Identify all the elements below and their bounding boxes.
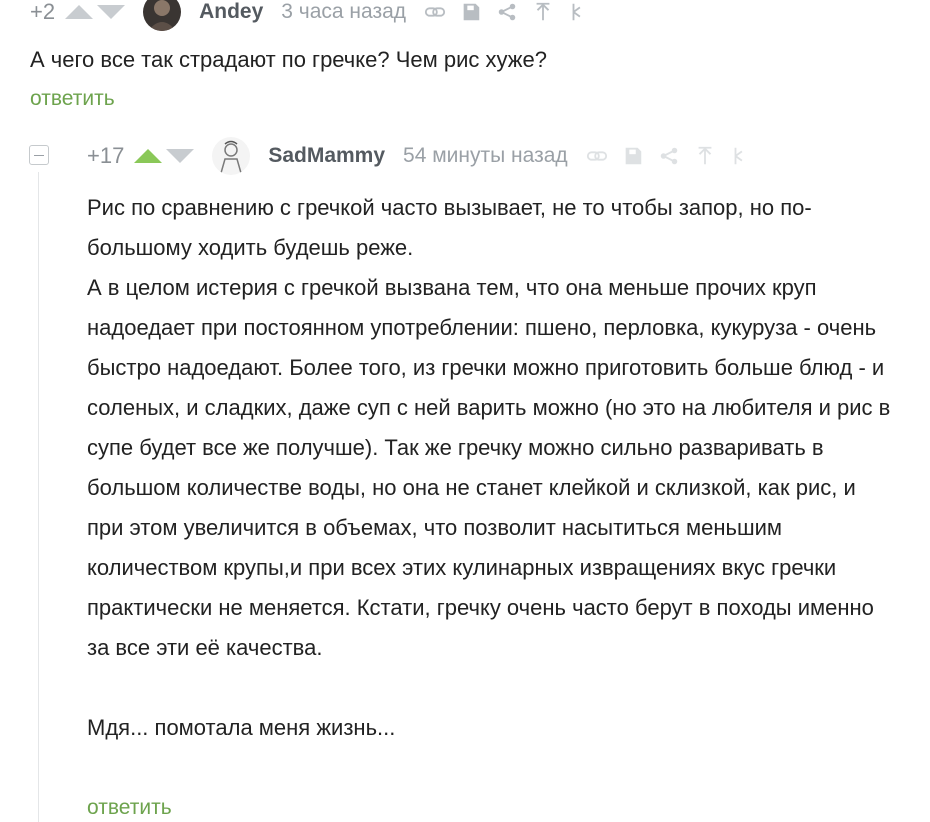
link-icon[interactable] xyxy=(424,1,446,23)
comment-header: +2 Andey 3 часа назад xyxy=(30,0,590,31)
comment-paragraph-empty xyxy=(87,668,892,708)
hierarchy-icon[interactable] xyxy=(568,1,590,23)
avatar[interactable] xyxy=(212,137,251,175)
upvote-arrow-icon[interactable] xyxy=(65,5,94,19)
share-icon[interactable] xyxy=(658,145,680,167)
reply-link[interactable]: ответить xyxy=(87,796,172,820)
comment-tools xyxy=(586,145,752,167)
downvote-arrow-icon[interactable] xyxy=(97,5,126,19)
comment-time[interactable]: 54 минуты назад xyxy=(403,144,568,168)
comment-body: Рис по сравнению с гречкой часто вызывае… xyxy=(87,188,892,748)
avatar[interactable] xyxy=(143,0,182,31)
comment-time[interactable]: 3 часа назад xyxy=(281,0,406,24)
comment-rating: +2 xyxy=(30,0,56,24)
arrow-up-icon[interactable] xyxy=(694,145,716,167)
share-icon[interactable] xyxy=(496,1,518,23)
reply-link[interactable]: ответить xyxy=(30,87,115,111)
comment-tools xyxy=(424,1,590,23)
hierarchy-icon[interactable] xyxy=(730,145,752,167)
comment-header: +17 SadMammy 54 минуты назад xyxy=(87,137,752,175)
link-icon[interactable] xyxy=(586,145,608,167)
comment-paragraph: Мдя... помотала меня жизнь... xyxy=(87,715,396,740)
arrow-up-icon[interactable] xyxy=(532,1,554,23)
collapse-thread-button[interactable] xyxy=(29,145,49,165)
comment-author[interactable]: SadMammy xyxy=(268,144,385,168)
upvote-arrow-icon[interactable] xyxy=(134,149,163,163)
save-icon[interactable] xyxy=(460,1,482,23)
save-icon[interactable] xyxy=(622,145,644,167)
comment-author[interactable]: Andey xyxy=(199,0,263,24)
thread-line xyxy=(38,172,39,822)
comment-rating: +17 xyxy=(87,143,125,168)
comment-paragraph: А в целом истерия с гречкой вызвана тем,… xyxy=(87,275,891,660)
comment-text: А чего все так страдают по гречке? Чем р… xyxy=(30,47,547,72)
downvote-arrow-icon[interactable] xyxy=(166,149,195,163)
comment-paragraph: Рис по сравнению с гречкой часто вызывае… xyxy=(87,195,812,260)
